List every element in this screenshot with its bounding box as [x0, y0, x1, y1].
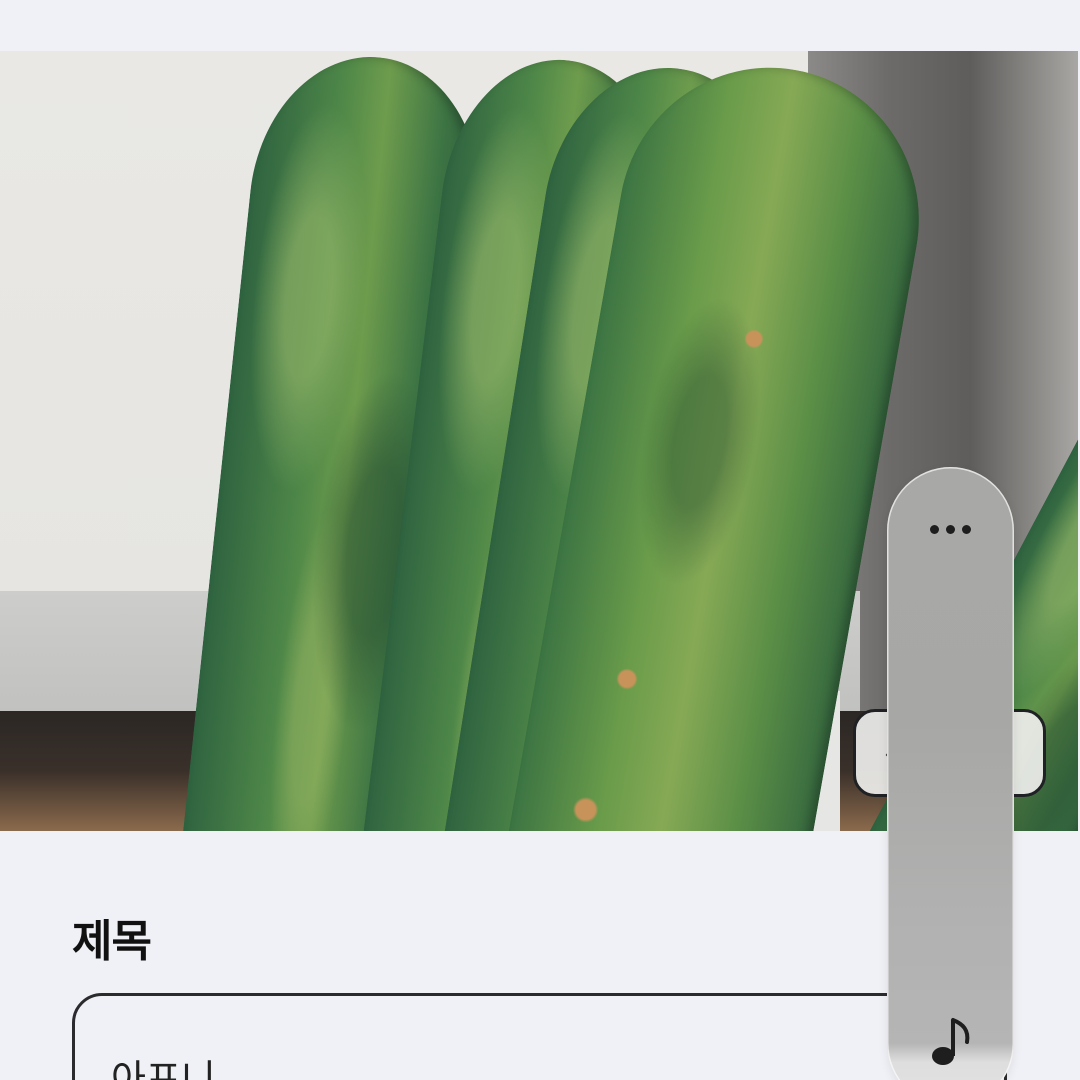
music-note-icon — [931, 1018, 969, 1065]
more-options-button[interactable] — [887, 509, 1014, 549]
screen: ‹ 제목 아프니 — [0, 0, 1080, 1080]
music-button[interactable] — [887, 1012, 1014, 1072]
floating-side-panel[interactable] — [887, 467, 1014, 1080]
title-label: 제목 — [72, 916, 152, 967]
more-horizontal-icon — [946, 524, 955, 534]
title-input-value: 아프니 — [111, 1057, 216, 1080]
title-input[interactable]: 아프니 — [72, 993, 1007, 1080]
more-horizontal-icon — [962, 524, 971, 534]
more-horizontal-icon — [930, 524, 939, 534]
top-bar — [0, 0, 1080, 51]
